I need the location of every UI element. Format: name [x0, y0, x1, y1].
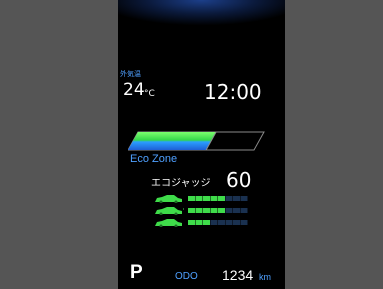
- segment-empty: [225, 208, 233, 213]
- segment-empty: [210, 220, 218, 225]
- segment-filled: [188, 196, 195, 201]
- segment-filled: [195, 220, 203, 225]
- segment-filled: [203, 196, 210, 201]
- eco-zone-label: Eco Zone: [130, 153, 178, 165]
- odometer-label: ODO: [175, 271, 198, 282]
- segment-empty: [218, 220, 225, 225]
- segment-filled: [195, 196, 203, 201]
- clock: 12:00: [204, 80, 262, 104]
- segment-filled: [210, 196, 218, 201]
- eco-row-start: [154, 194, 254, 203]
- outside-temp-value: 24: [123, 80, 145, 100]
- outside-temp-caption: 外気温: [120, 70, 141, 78]
- segment-empty: [240, 196, 248, 201]
- segment-filled: [203, 208, 210, 213]
- eco-row-start-segments: [188, 196, 248, 201]
- segment-empty: [233, 196, 240, 201]
- segment-empty: [233, 208, 240, 213]
- segment-filled: [218, 208, 225, 213]
- eco-row-stop: [154, 218, 254, 227]
- segment-empty: [240, 220, 248, 225]
- segment-empty: [225, 196, 233, 201]
- segment-empty: [225, 220, 233, 225]
- segment-empty: [240, 208, 248, 213]
- odometer-unit: km: [259, 272, 271, 282]
- car-start-icon: [155, 195, 182, 203]
- segment-empty: [233, 220, 240, 225]
- segment-filled: [188, 220, 195, 225]
- eco-row-stop-segments: [188, 220, 248, 225]
- odometer-value: 1234: [222, 267, 254, 283]
- eco-indicator-bar: [128, 131, 265, 151]
- segment-filled: [218, 196, 225, 201]
- segment-filled: [195, 208, 203, 213]
- eco-row-cruise: [154, 206, 254, 215]
- eco-judge-score: 60: [226, 168, 252, 192]
- screen: 外気温 24 °C 12:00 Eco Zone エコジャッジ 60 P ODO…: [0, 0, 383, 289]
- car-cruise-icon: [155, 207, 184, 215]
- meter-display: 外気温 24 °C 12:00 Eco Zone エコジャッジ 60 P ODO…: [118, 0, 285, 289]
- segment-filled: [203, 220, 210, 225]
- eco-row-cruise-segments: [188, 208, 248, 213]
- gear-position: P: [130, 262, 143, 283]
- eco-bar-fill: [128, 132, 217, 150]
- segment-filled: [210, 208, 218, 213]
- segment-filled: [188, 208, 195, 213]
- outside-temp-unit: °C: [144, 89, 155, 99]
- car-stop-icon: [155, 219, 182, 227]
- eco-judge-label: エコジャッジ: [151, 178, 211, 189]
